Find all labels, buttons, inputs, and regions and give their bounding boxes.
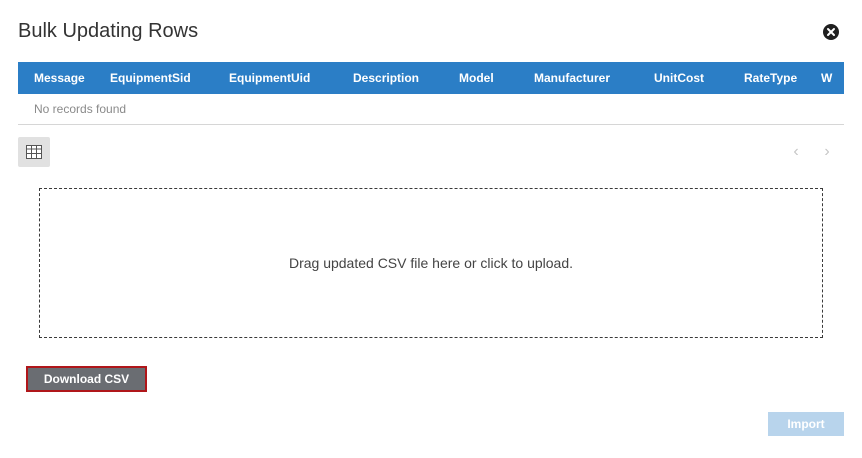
column-header-equipmentuid[interactable]: EquipmentUid (229, 62, 310, 94)
grid-footer: ‹ › (18, 137, 844, 167)
column-header-equipmentsid[interactable]: EquipmentSid (110, 62, 191, 94)
column-header-description[interactable]: Description (353, 62, 419, 94)
no-records-message: No records found (18, 94, 844, 125)
dropzone-text: Drag updated CSV file here or click to u… (288, 255, 574, 271)
column-header-ratetype[interactable]: RateType (744, 62, 797, 94)
csv-upload-dropzone[interactable]: Drag updated CSV file here or click to u… (39, 188, 823, 338)
chevron-right-icon[interactable]: › (820, 143, 834, 161)
import-button[interactable]: Import (768, 412, 844, 436)
bulk-update-dialog: Bulk Updating Rows Message EquipmentSid … (0, 0, 862, 458)
column-header-model[interactable]: Model (459, 62, 494, 94)
column-header-manufacturer[interactable]: Manufacturer (534, 62, 610, 94)
column-chooser-button[interactable] (18, 137, 50, 167)
download-csv-button[interactable]: Download CSV (26, 366, 147, 392)
table-columns-icon (26, 145, 42, 159)
column-header-message[interactable]: Message (34, 62, 85, 94)
column-header-truncated[interactable]: W (821, 62, 832, 94)
chevron-left-icon[interactable]: ‹ (789, 143, 803, 161)
grid-header: Message EquipmentSid EquipmentUid Descri… (18, 62, 844, 94)
dialog-title: Bulk Updating Rows (18, 20, 199, 42)
close-icon[interactable] (823, 24, 839, 40)
column-header-unitcost[interactable]: UnitCost (654, 62, 704, 94)
data-grid: Message EquipmentSid EquipmentUid Descri… (18, 62, 844, 125)
